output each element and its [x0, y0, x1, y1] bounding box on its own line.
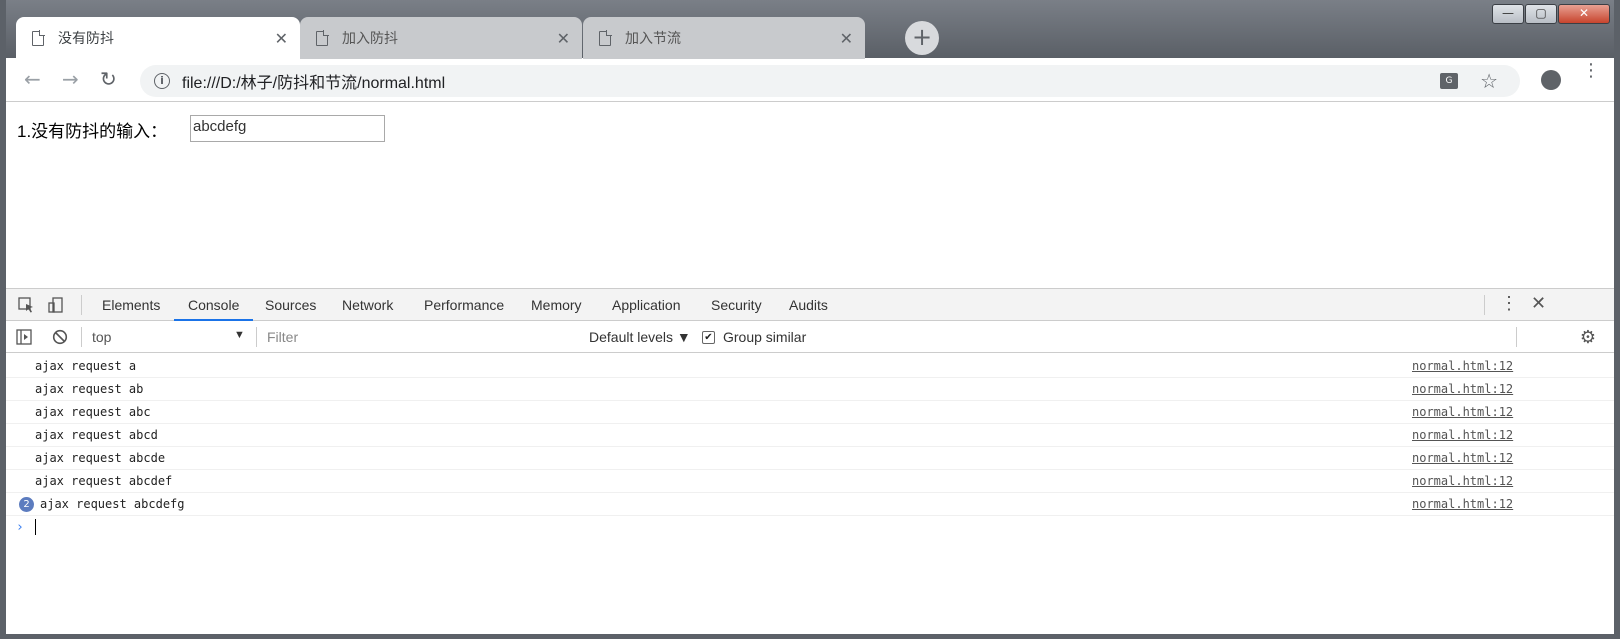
tab-network[interactable]: Network	[342, 289, 393, 321]
log-text: ajax request a	[35, 359, 137, 373]
filter-input[interactable]: Filter	[263, 325, 581, 349]
tab-title: 加入防抖	[342, 31, 398, 47]
divider	[256, 327, 257, 347]
log-source-link[interactable]: normal.html:12	[1412, 497, 1513, 511]
info-icon[interactable]: i	[154, 73, 170, 89]
window-border-right	[1614, 0, 1620, 639]
new-tab-button[interactable]: +	[905, 21, 939, 55]
browser-toolbar: ← → ↻ i file:///D:/林子/防抖和节流/normal.html …	[6, 59, 1614, 102]
tab-close-icon[interactable]: ✕	[275, 29, 288, 48]
divider	[81, 295, 82, 315]
tab-throttle[interactable]: 加入节流 ✕	[583, 17, 865, 59]
log-text: ajax request abcdefg	[40, 497, 185, 511]
clear-console-icon[interactable]	[52, 329, 68, 345]
devtools-close-icon[interactable]: ✕	[1531, 293, 1546, 314]
address-bar[interactable]: i file:///D:/林子/防抖和节流/normal.html G ☆	[140, 65, 1520, 97]
settings-gear-icon[interactable]: ⚙	[1580, 327, 1596, 348]
repeat-count-badge: 2	[19, 497, 34, 512]
tab-title: 加入节流	[625, 31, 681, 47]
input-label: 1.没有防抖的输入：	[17, 122, 168, 141]
console-message: ajax request a normal.html:12	[6, 355, 1614, 378]
console-message: ajax request abc normal.html:12	[6, 401, 1614, 424]
window-close-button[interactable]: ✕	[1558, 4, 1610, 24]
chevron-down-icon[interactable]: ▼	[234, 329, 245, 341]
back-icon[interactable]: ←	[24, 67, 41, 91]
tab-close-icon[interactable]: ✕	[557, 29, 570, 48]
group-similar-checkbox[interactable]: ✔ Group similar	[702, 329, 806, 345]
console-toolbar: top ▼ Filter Default levels ▼ ✔ Group si…	[6, 321, 1614, 353]
forward-icon[interactable]: →	[62, 67, 79, 91]
text-input[interactable]: abcdefg	[190, 115, 385, 142]
console-message: ajax request abcdef normal.html:12	[6, 470, 1614, 493]
tab-normal[interactable]: 没有防抖 ✕	[16, 17, 300, 59]
console-message: ajax request abcd normal.html:12	[6, 424, 1614, 447]
tab-performance[interactable]: Performance	[424, 289, 504, 321]
devtools-panel: Elements Console Sources Network Perform…	[6, 288, 1614, 634]
reload-icon[interactable]: ↻	[100, 67, 117, 91]
log-text: ajax request abc	[35, 405, 151, 419]
translate-icon[interactable]: G	[1440, 73, 1458, 89]
maximize-button[interactable]: ▢	[1525, 4, 1557, 24]
log-source-link[interactable]: normal.html:12	[1412, 382, 1513, 396]
log-text: ajax request abcde	[35, 451, 166, 465]
text-caret	[35, 519, 36, 535]
prompt-chevron-icon: ›	[16, 520, 24, 535]
url-text[interactable]: file:///D:/林子/防抖和节流/normal.html	[182, 69, 445, 93]
tab-debounce[interactable]: 加入防抖 ✕	[300, 17, 582, 59]
sidebar-toggle-icon[interactable]	[16, 329, 32, 345]
divider	[1516, 327, 1517, 347]
tab-security[interactable]: Security	[711, 289, 762, 321]
devtools-tabbar: Elements Console Sources Network Perform…	[6, 289, 1614, 321]
log-source-link[interactable]: normal.html:12	[1412, 474, 1513, 488]
tab-sources[interactable]: Sources	[265, 289, 316, 321]
browser-menu-icon[interactable]: ⋮	[1582, 62, 1600, 80]
log-source-link[interactable]: normal.html:12	[1412, 428, 1513, 442]
log-source-link[interactable]: normal.html:12	[1412, 359, 1513, 373]
log-levels-dropdown[interactable]: Default levels ▼	[589, 329, 691, 345]
divider	[1484, 295, 1485, 315]
window-controls: — ▢ ✕	[1491, 4, 1610, 24]
profile-avatar-icon[interactable]	[1541, 70, 1561, 90]
divider	[81, 327, 82, 347]
page-content: 1.没有防抖的输入： abcdefg	[6, 103, 1614, 288]
tab-audits[interactable]: Audits	[789, 289, 828, 321]
minimize-button[interactable]: —	[1492, 4, 1524, 24]
tab-elements[interactable]: Elements	[102, 289, 160, 321]
log-source-link[interactable]: normal.html:12	[1412, 451, 1513, 465]
tab-application[interactable]: Application	[612, 289, 681, 321]
log-source-link[interactable]: normal.html:12	[1412, 405, 1513, 419]
window-border-bottom	[0, 634, 1620, 639]
log-text: ajax request abcdef	[35, 474, 173, 488]
console-message: ajax request abcde normal.html:12	[6, 447, 1614, 470]
window-border-left	[0, 0, 6, 639]
console-message: 2 ajax request abcdefg normal.html:12	[6, 493, 1614, 516]
console-messages: ajax request a normal.html:12 ajax reque…	[6, 353, 1614, 539]
console-message: ajax request ab normal.html:12	[6, 378, 1614, 401]
bookmark-star-icon[interactable]: ☆	[1480, 69, 1498, 93]
context-select[interactable]: top	[92, 329, 111, 345]
log-text: ajax request ab	[35, 382, 144, 396]
document-icon	[599, 30, 612, 46]
document-icon	[316, 30, 329, 46]
document-icon	[32, 30, 45, 46]
tab-memory[interactable]: Memory	[531, 289, 582, 321]
device-toolbar-icon[interactable]	[48, 297, 64, 313]
tab-console[interactable]: Console	[174, 289, 254, 321]
tab-close-icon[interactable]: ✕	[840, 29, 853, 48]
console-prompt[interactable]: ›	[6, 516, 1614, 539]
tab-title: 没有防抖	[58, 31, 114, 47]
group-similar-label: Group similar	[723, 329, 807, 345]
devtools-menu-icon[interactable]: ⋮	[1500, 293, 1518, 314]
checkbox-checked-icon[interactable]: ✔	[702, 330, 715, 344]
log-text: ajax request abcd	[35, 428, 158, 442]
inspect-element-icon[interactable]	[18, 297, 34, 313]
